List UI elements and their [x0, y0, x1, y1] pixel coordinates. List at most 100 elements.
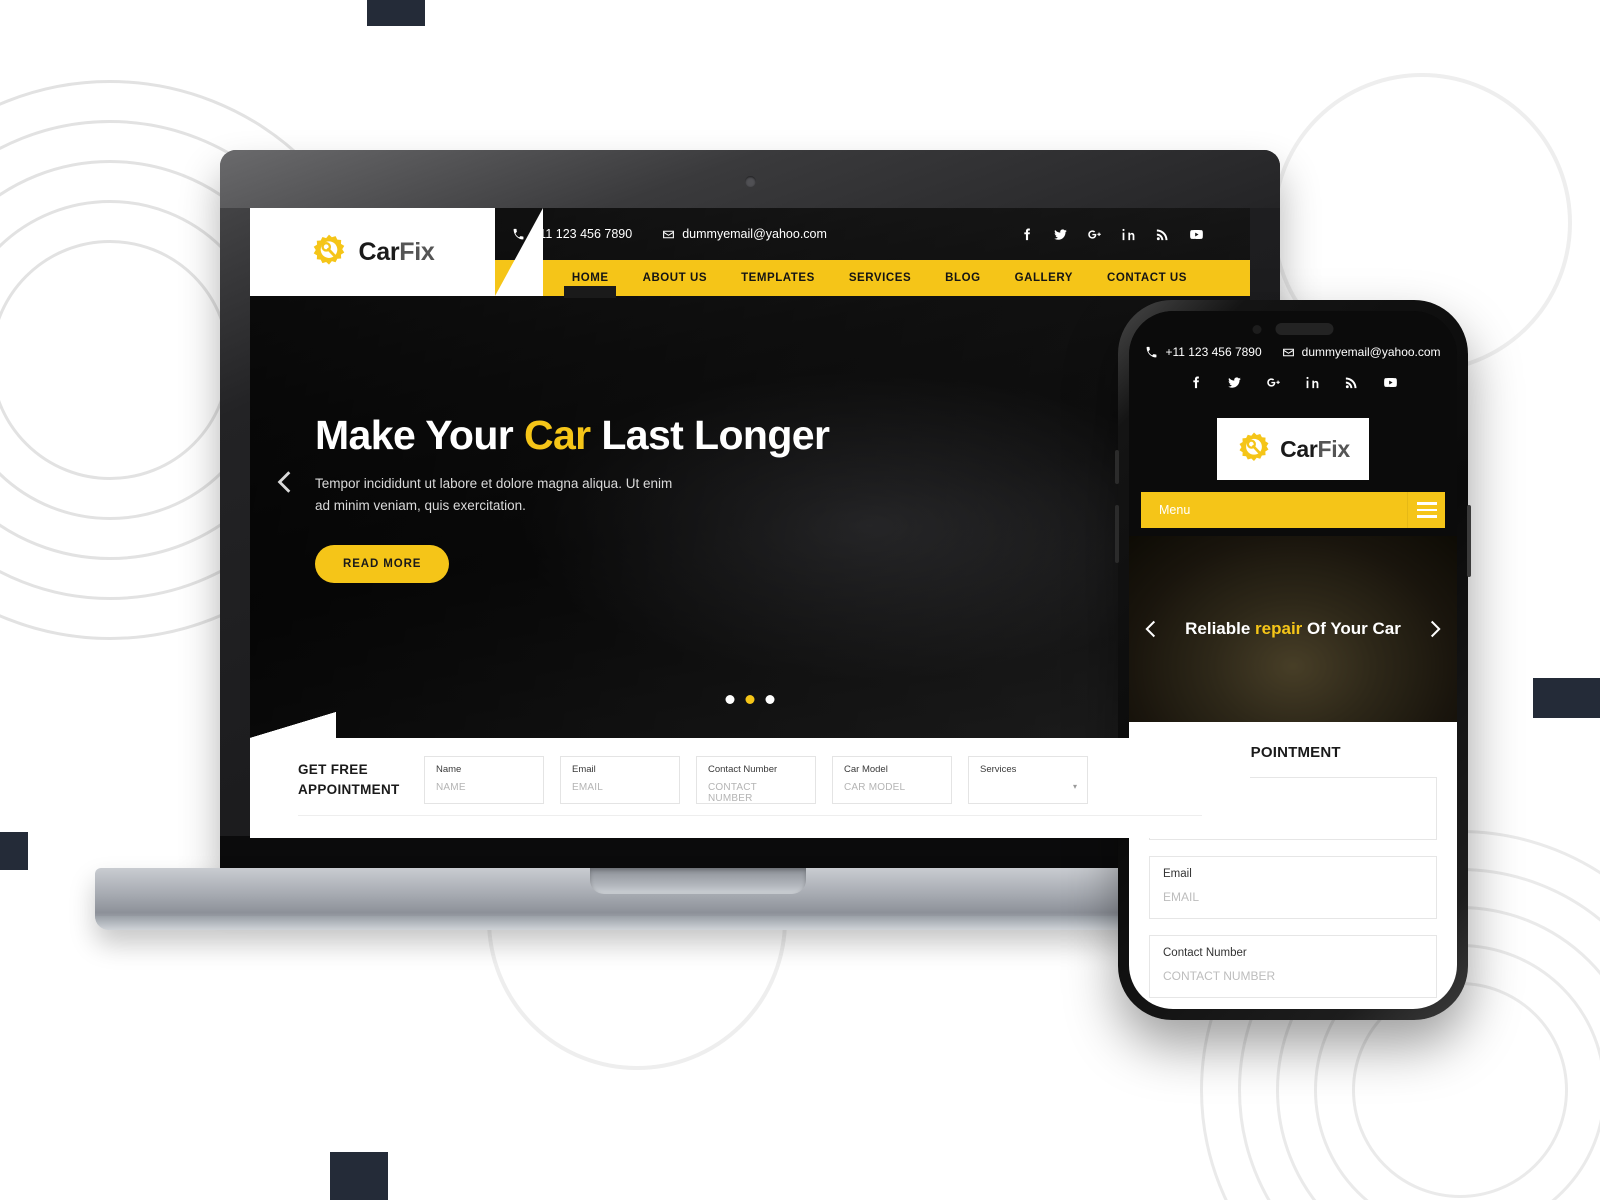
- phone-icon: [1147, 346, 1157, 357]
- decor-square-bottom: [330, 1152, 388, 1200]
- mobile-logo-wordmark: CarFix: [1280, 436, 1350, 463]
- appointment-field-name[interactable]: Name NAME: [424, 756, 544, 804]
- logo-wordmark: CarFix: [358, 238, 434, 267]
- appointment-field-email[interactable]: Email EMAIL: [560, 756, 680, 804]
- gear-wrench-logo-icon: [1239, 432, 1269, 461]
- nav-item-about-us[interactable]: ABOUT US: [626, 272, 724, 284]
- phone-notch: [1252, 323, 1334, 335]
- hero-title: Make Your Car Last Longer: [315, 413, 835, 457]
- mobile-menu-label: Menu: [1159, 503, 1191, 517]
- nav-item-home[interactable]: HOME: [555, 272, 626, 298]
- mockup-stage: Make Your Car Last Longer Tempor incidid…: [0, 0, 1600, 1200]
- twitter-icon[interactable]: [1053, 227, 1068, 242]
- decor-square-left: [0, 832, 28, 870]
- chevron-left-icon[interactable]: [272, 468, 298, 496]
- hero-title-highlight: Car: [523, 412, 591, 458]
- nav-item-templates[interactable]: TEMPLATES: [724, 272, 832, 284]
- mobile-menu-bar[interactable]: Menu: [1141, 492, 1445, 528]
- decor-square-right: [1533, 678, 1600, 718]
- site-logo[interactable]: CarFix: [250, 208, 543, 296]
- appointment-title: GET FREE APPOINTMENT: [298, 760, 408, 799]
- rss-icon[interactable]: [1344, 375, 1359, 390]
- appointment-title-line2: APPOINTMENT: [298, 782, 400, 797]
- mobile-hero-title-before: Reliable: [1185, 619, 1256, 638]
- mobile-hero-title-highlight: repair: [1255, 619, 1303, 638]
- mobile-hero-title-after: Of Your Car: [1302, 619, 1401, 638]
- hero-title-after: Last Longer: [590, 412, 830, 458]
- mobile-logo-wrap: CarFix: [1129, 402, 1457, 492]
- phone-screen: +11 123 456 7890 dummyemail@yahoo.com Ca…: [1129, 311, 1457, 1009]
- hero-subtitle: Tempor incididunt ut labore et dolore ma…: [315, 476, 673, 514]
- mobile-field-contact-number[interactable]: Contact Number CONTACT NUMBER: [1149, 935, 1437, 998]
- mobile-hero-title: Reliable repair Of Your Car: [1129, 619, 1457, 639]
- nav-item-blog[interactable]: BLOG: [928, 272, 997, 284]
- header-email[interactable]: dummyemail@yahoo.com: [662, 227, 827, 241]
- youtube-icon[interactable]: [1189, 227, 1204, 242]
- header-phone-text: +11 123 456 7890: [532, 227, 633, 241]
- phone-button-mute: [1115, 450, 1119, 484]
- field-placeholder: NAME: [436, 782, 466, 793]
- field-placeholder: CAR MODEL: [844, 782, 906, 793]
- youtube-icon[interactable]: [1383, 375, 1398, 390]
- envelope-icon: [1282, 348, 1294, 356]
- appointment-field-services[interactable]: Services ▾: [968, 756, 1088, 804]
- logo-word-car: Car: [1280, 435, 1318, 462]
- mobile-phone-text: +11 123 456 7890: [1165, 345, 1262, 359]
- appointment-title-line1: GET FREE: [298, 762, 368, 778]
- hero-title-before: Make Your: [315, 412, 524, 458]
- field-placeholder: EMAIL: [1163, 890, 1200, 904]
- logo-word-fix: Fix: [1317, 435, 1351, 462]
- field-label: Contact Number: [1163, 947, 1247, 959]
- linkedin-icon[interactable]: [1121, 227, 1136, 242]
- desktop-website: Make Your Car Last Longer Tempor incidid…: [250, 208, 1250, 838]
- field-label: Email: [1163, 868, 1192, 880]
- field-placeholder: EMAIL: [572, 782, 604, 793]
- appointment-field-contact-number[interactable]: Contact Number CONTACT NUMBER: [696, 756, 816, 804]
- facebook-icon[interactable]: [1019, 227, 1034, 242]
- field-label: Services: [980, 764, 1017, 775]
- field-label: Car Model: [844, 764, 888, 775]
- envelope-icon: [663, 230, 675, 238]
- mobile-site-logo[interactable]: CarFix: [1217, 418, 1369, 480]
- linkedin-icon[interactable]: [1305, 375, 1320, 390]
- mobile-hero-carousel: Reliable repair Of Your Car: [1129, 536, 1457, 722]
- google-plus-icon[interactable]: [1266, 375, 1281, 390]
- carousel-dots: [725, 695, 775, 704]
- hero-copy: Make Your Car Last Longer Tempor incidid…: [315, 413, 835, 583]
- phone-camera-icon: [1252, 324, 1262, 334]
- appointment-divider: [298, 815, 1202, 816]
- phone-mockup: +11 123 456 7890 dummyemail@yahoo.com Ca…: [1115, 300, 1471, 1020]
- read-more-button[interactable]: READ MORE: [315, 544, 450, 583]
- mobile-email[interactable]: dummyemail@yahoo.com: [1282, 345, 1441, 359]
- phone-button-volume: [1115, 505, 1119, 563]
- laptop-bezel: [220, 150, 1280, 208]
- google-plus-icon[interactable]: [1087, 227, 1102, 242]
- nav-item-gallery[interactable]: GALLERY: [998, 272, 1090, 284]
- field-label: Name: [436, 764, 462, 775]
- carousel-dot-1[interactable]: [725, 695, 735, 704]
- mobile-field-email[interactable]: Email EMAIL: [1149, 856, 1437, 919]
- phone-speaker: [1275, 323, 1334, 335]
- carousel-dot-3[interactable]: [765, 695, 775, 704]
- carousel-dot-2[interactable]: [745, 695, 755, 704]
- decor-square-top: [367, 0, 425, 26]
- top-contact-bar: +11 123 456 7890 dummyemail@yahoo.com: [512, 208, 1250, 260]
- field-placeholder: CONTACT NUMBER: [1163, 969, 1276, 983]
- facebook-icon[interactable]: [1188, 375, 1203, 390]
- nav-item-contact-us[interactable]: CONTACT US: [1090, 272, 1204, 284]
- main-navigation: HOME ABOUT US TEMPLATES SERVICES BLOG GA…: [450, 260, 1250, 298]
- phone-button-power: [1467, 505, 1471, 577]
- appointment-field-car-model[interactable]: Car Model CAR MODEL: [832, 756, 952, 804]
- mobile-phone[interactable]: +11 123 456 7890: [1145, 345, 1262, 359]
- field-label: Email: [572, 764, 596, 775]
- chevron-right-icon[interactable]: [1425, 616, 1445, 642]
- header-email-text: dummyemail@yahoo.com: [682, 227, 827, 241]
- rss-icon[interactable]: [1155, 227, 1170, 242]
- twitter-icon[interactable]: [1227, 375, 1242, 390]
- chevron-left-icon[interactable]: [1141, 616, 1161, 642]
- field-placeholder: CONTACT NUMBER: [708, 782, 757, 804]
- laptop-webcam-icon: [744, 176, 756, 187]
- nav-item-services[interactable]: SERVICES: [832, 272, 928, 284]
- laptop-screen: Make Your Car Last Longer Tempor incidid…: [250, 208, 1250, 838]
- hamburger-icon[interactable]: [1407, 492, 1445, 528]
